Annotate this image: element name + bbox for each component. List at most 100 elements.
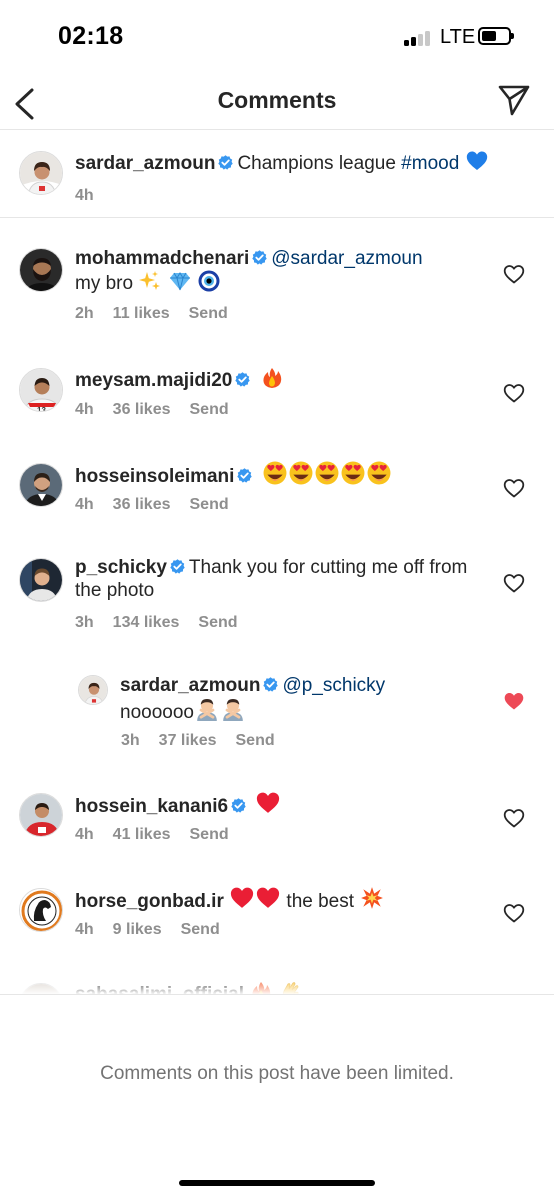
hashtag-link[interactable]: #mood — [401, 153, 459, 174]
comment-body: noooooo — [120, 702, 194, 723]
comment-time: 2h — [75, 305, 94, 322]
comment-text: hossein_kanani6 — [75, 791, 475, 818]
comment-time: 4h — [75, 921, 94, 938]
comment-username[interactable]: sardar_azmoun — [120, 675, 260, 696]
man-facepalming-emoji — [221, 697, 245, 721]
comment-text: p_schicky Thank you for cutting me off fr… — [75, 556, 470, 602]
network-label: LTE — [440, 26, 476, 48]
avatar[interactable] — [19, 793, 63, 837]
comment-item: 13 meysam.majidi20 4h 36 likes Send — [0, 340, 554, 435]
caption-body: Champions league — [237, 153, 402, 174]
comment-username[interactable]: hossein_kanani6 — [75, 796, 228, 817]
comment-meta: 3h 37 likes Send — [121, 732, 294, 750]
avatar[interactable] — [19, 888, 63, 932]
comment-item: mohammadchenari @sardar_azmoun my bro 2h 1… — [0, 218, 554, 322]
comment-item: horse_gonbad.ir the best 4h 9 likes Send — [0, 860, 554, 955]
scroll-fade — [0, 975, 554, 995]
comment-meta: 4h 36 likes Send — [75, 496, 248, 514]
heart-outline-icon[interactable] — [503, 383, 525, 403]
mention-link[interactable]: @p_schicky — [282, 675, 385, 696]
comment-meta: 4h 9 likes Send — [75, 921, 239, 939]
fire-emoji — [263, 368, 281, 388]
verified-badge-icon — [237, 468, 253, 483]
reply-button[interactable]: Send — [190, 401, 229, 418]
heart-filled-icon[interactable] — [503, 691, 525, 711]
comment-item: p_schicky Thank you for cutting me off fr… — [0, 530, 554, 648]
reply-button[interactable]: Send — [181, 921, 220, 938]
sparkles-emoji — [139, 271, 161, 290]
comment-username[interactable]: hosseinsoleimani — [75, 466, 234, 487]
verified-badge-icon — [235, 372, 251, 387]
likes-count[interactable]: 134 likes — [113, 614, 180, 631]
heart-eyes-emoji — [367, 461, 391, 485]
reply-item: sardar_azmoun @p_schicky noooooo 3h 37 lik… — [0, 648, 554, 765]
battery-icon — [478, 27, 514, 45]
comment-text: meysam.majidi20 — [75, 367, 475, 392]
comment-username[interactable]: sardar_azmoun — [75, 153, 215, 174]
reply-button[interactable]: Send — [190, 826, 229, 843]
collision-emoji — [361, 887, 384, 909]
likes-count[interactable]: 37 likes — [159, 732, 217, 749]
caption-text: sardar_azmoun Champions league #mood — [75, 150, 535, 175]
verified-badge-icon — [169, 559, 185, 574]
comment-meta: 3h 134 likes Send — [75, 614, 257, 632]
reply-button[interactable]: Send — [236, 732, 275, 749]
comment-time: 3h — [121, 732, 140, 749]
comment-meta: 2h 11 likes Send — [75, 305, 247, 323]
page-title: Comments — [217, 87, 337, 113]
comment-time: 3h — [75, 614, 94, 631]
comment-username[interactable]: p_schicky — [75, 557, 167, 578]
mention-link[interactable]: @sardar_azmoun — [271, 248, 422, 269]
avatar[interactable] — [19, 248, 63, 292]
verified-badge-icon — [231, 798, 247, 813]
comment-time: 4h — [75, 401, 94, 418]
verified-badge-icon — [263, 677, 279, 692]
red-heart-emoji — [231, 887, 254, 908]
status-time: 02:18 — [58, 22, 124, 50]
avatar[interactable] — [78, 675, 108, 705]
likes-count[interactable]: 9 likes — [113, 921, 162, 938]
reply-button[interactable]: Send — [190, 496, 229, 513]
comment-body: my bro — [75, 273, 134, 294]
caption-meta: 4h — [75, 187, 113, 205]
likes-count[interactable]: 41 likes — [113, 826, 171, 843]
comment-meta: 4h 36 likes Send — [75, 401, 248, 419]
reply-button[interactable]: Send — [198, 614, 237, 631]
verified-badge-icon — [252, 250, 268, 265]
likes-count[interactable]: 11 likes — [113, 305, 170, 322]
avatar[interactable]: 13 — [19, 368, 63, 412]
comments-header: Comments — [0, 74, 554, 130]
heart-eyes-emoji — [315, 461, 339, 485]
comment-text: hosseinsoleimani — [75, 461, 475, 488]
comment-item: hossein_kanani6 4h 41 likes Send — [0, 765, 554, 860]
heart-outline-icon[interactable] — [503, 573, 525, 593]
comment-username[interactable]: horse_gonbad.ir — [75, 891, 224, 912]
comment-text: horse_gonbad.ir the best — [75, 886, 475, 913]
verified-badge-icon — [218, 155, 234, 170]
avatar[interactable] — [19, 463, 63, 507]
avatar[interactable] — [19, 558, 63, 602]
heart-outline-icon[interactable] — [503, 264, 525, 284]
heart-outline-icon[interactable] — [503, 478, 525, 498]
likes-count[interactable]: 36 likes — [113, 496, 171, 513]
reply-button[interactable]: Send — [189, 305, 228, 322]
avatar[interactable] — [19, 151, 63, 195]
gem-emoji — [169, 272, 190, 291]
heart-eyes-emoji — [289, 461, 313, 485]
comment-time: 4h — [75, 187, 94, 204]
comment-body: the best — [286, 891, 355, 912]
comment-time: 4h — [75, 496, 94, 513]
red-heart-emoji — [257, 792, 280, 813]
comment-text: mohammadchenari @sardar_azmoun my bro — [75, 247, 475, 295]
comment-meta: 4h 41 likes Send — [75, 826, 248, 844]
home-indicator[interactable] — [179, 1180, 375, 1186]
direct-send-icon[interactable] — [496, 81, 532, 117]
comment-text: sardar_azmoun @p_schicky noooooo — [120, 674, 490, 724]
heart-outline-icon[interactable] — [503, 808, 525, 828]
heart-eyes-emoji — [341, 461, 365, 485]
comment-username[interactable]: meysam.majidi20 — [75, 370, 232, 391]
heart-outline-icon[interactable] — [503, 903, 525, 923]
comment-username[interactable]: mohammadchenari — [75, 248, 249, 269]
likes-count[interactable]: 36 likes — [113, 401, 171, 418]
svg-text:13: 13 — [37, 406, 46, 412]
